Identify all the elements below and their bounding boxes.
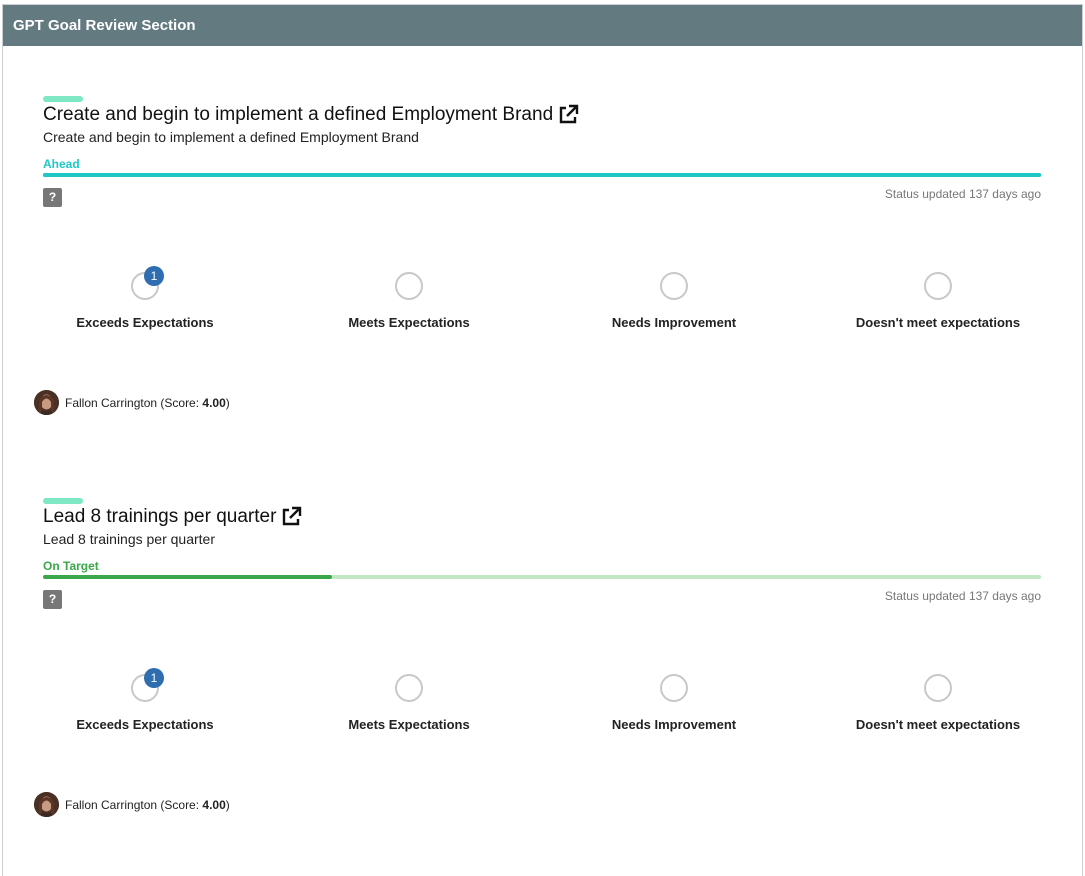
reviewer-name: Fallon Carrington [65,395,158,410]
goal-title-row: Create and begin to implement a defined … [43,104,579,126]
avatar [34,792,59,817]
reviewer-text: Fallon Carrington (Score: 4.00) [65,395,230,410]
rating-radio[interactable] [395,674,423,702]
rating-option-needs-improvement[interactable]: Needs Improvement [559,272,789,330]
status-updated-text: Status updated 137 days ago [884,589,1041,603]
section-header: GPT Goal Review Section [3,5,1082,46]
reviewer-score: Fallon Carrington (Score: 4.00) [34,792,230,817]
goal-title-row: Lead 8 trainings per quarter [43,506,302,528]
goal-card: Create and begin to implement a defined … [3,96,1082,436]
rating-option-doesnt-meet[interactable]: Doesn't meet expectations [823,272,1053,330]
status-updated-text: Status updated 137 days ago [884,187,1041,201]
goal-description: Lead 8 trainings per quarter [43,531,215,547]
rating-label: Meets Expectations [348,717,470,732]
rating-radio[interactable] [924,674,952,702]
reviewer-name: Fallon Carrington [65,797,158,812]
goal-title: Lead 8 trainings per quarter [43,506,277,527]
rating-label: Exceeds Expectations [76,315,214,330]
rating-count-badge: 1 [144,668,164,688]
external-link-icon[interactable] [280,506,302,528]
rating-radio[interactable] [660,272,688,300]
section-title: GPT Goal Review Section [13,17,196,34]
goal-progress-fill [43,173,1041,177]
reviewer-score-value: 4.00 [202,395,226,410]
reviewer-score-value: 4.00 [202,797,226,812]
avatar [34,390,59,415]
rating-count-badge: 1 [144,266,164,286]
rating-label: Needs Improvement [611,717,737,732]
goal-progress-bar [43,575,1041,579]
external-link-icon[interactable] [557,104,579,126]
rating-option-meets[interactable]: Meets Expectations [294,272,524,330]
rating-label: Exceeds Expectations [76,717,214,732]
goal-progress-bar [43,173,1041,177]
goal-status-label: Ahead [43,157,80,171]
rating-label: Doesn't meet expectations [855,315,1021,330]
rating-option-meets[interactable]: Meets Expectations [294,674,524,732]
reviewer-text: Fallon Carrington (Score: 4.00) [65,797,230,812]
goal-card: Lead 8 trainings per quarter Lead 8 trai… [3,498,1082,838]
rating-option-doesnt-meet[interactable]: Doesn't meet expectations [823,674,1053,732]
rating-label: Doesn't meet expectations [855,717,1021,732]
help-button[interactable]: ? [43,188,62,207]
goal-status-label: On Target [43,559,99,573]
reviewer-score: Fallon Carrington (Score: 4.00) [34,390,230,415]
rating-option-needs-improvement[interactable]: Needs Improvement [559,674,789,732]
goal-progress-fill [43,575,333,579]
rating-label: Needs Improvement [611,315,737,330]
rating-radio[interactable] [395,272,423,300]
rating-radio[interactable] [924,272,952,300]
rating-option-exceeds[interactable]: 1 Exceeds Expectations [30,266,260,330]
rating-option-exceeds[interactable]: 1 Exceeds Expectations [30,668,260,732]
rating-radio[interactable] [660,674,688,702]
goal-review-panel: GPT Goal Review Section Create and begin… [2,4,1083,876]
rating-label: Meets Expectations [348,315,470,330]
goal-accent-bar [43,96,83,102]
goal-description: Create and begin to implement a defined … [43,129,419,145]
help-button[interactable]: ? [43,590,62,609]
goal-title: Create and begin to implement a defined … [43,104,554,125]
goal-accent-bar [43,498,83,504]
